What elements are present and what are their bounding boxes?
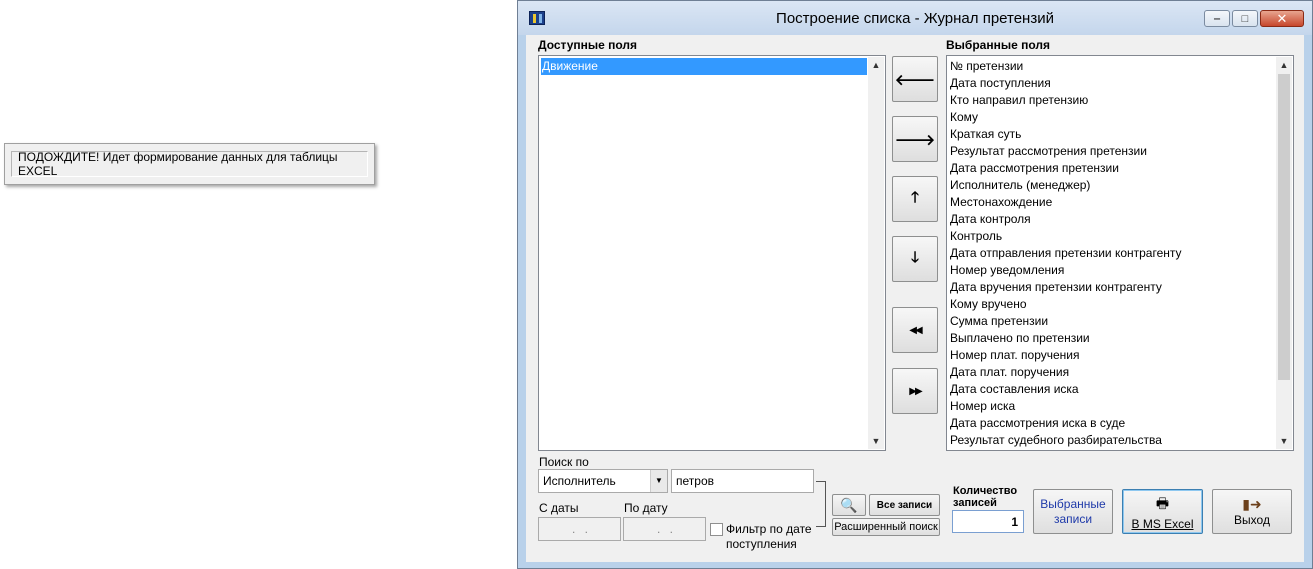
selected-field-item[interactable]: Номер плат. поручения <box>949 347 1275 364</box>
date-to-input[interactable]: . . <box>623 517 706 541</box>
scroll-down-icon[interactable]: ▼ <box>1276 433 1292 449</box>
selected-fields-list[interactable]: № претензии Дата поступления Кто направил … <box>946 55 1294 451</box>
printer-icon: 🖶 <box>1155 494 1170 511</box>
window-title: Построение списка - Журнал претензий <box>776 10 1054 27</box>
search-field-combo[interactable]: Исполнитель ▼ <box>538 469 668 493</box>
selected-field-item[interactable]: Исполнитель (менеджер) <box>949 177 1275 194</box>
title-bar[interactable]: Построение списка - Журнал претензий ‒ □… <box>518 1 1312 35</box>
wait-popup: ПОДОЖДИТЕ! Идет формирование данных для … <box>4 143 375 185</box>
search-input[interactable]: петров <box>671 469 814 493</box>
scroll-down-icon[interactable]: ▼ <box>868 433 884 449</box>
selected-field-item[interactable]: Дата поступления <box>949 75 1275 92</box>
door-exit-icon: ▮➜ <box>1242 496 1262 512</box>
selected-field-item[interactable]: Результат рассмотрения претензии <box>949 143 1275 160</box>
double-arrow-right-icon: ▶▶ <box>909 385 922 397</box>
selected-field-item[interactable]: Номер иска <box>949 398 1275 415</box>
selected-field-item[interactable]: № претензии <box>949 58 1275 75</box>
exit-button[interactable]: ▮➜ Выход <box>1212 489 1292 534</box>
minimize-icon: ‒ <box>1213 12 1221 25</box>
selected-field-item[interactable]: Дата контроля <box>949 211 1275 228</box>
available-scrollbar[interactable]: ▲ ▼ <box>868 57 884 449</box>
available-fields-list[interactable]: Движение ▲ ▼ <box>538 55 886 451</box>
date-from-label: С даты <box>539 501 579 515</box>
arrow-down-icon: 🡓 <box>911 248 919 266</box>
selected-field-item[interactable]: Контроль <box>949 228 1275 245</box>
selected-field-item[interactable]: Результат судебного разбирательства <box>949 432 1275 448</box>
search-by-label: Поиск по <box>539 455 589 469</box>
selected-field-item[interactable]: Дата отправления претензии контрагенту <box>949 245 1275 262</box>
double-arrow-left-icon: ◀◀ <box>909 324 922 336</box>
chevron-down-icon[interactable]: ▼ <box>650 470 667 492</box>
arrow-up-icon: 🡑 <box>911 188 919 206</box>
selected-field-item[interactable]: Кто направил претензию <box>949 92 1275 109</box>
record-count-label: Количество записей <box>953 485 1018 509</box>
move-all-left-button[interactable]: ◀◀ <box>892 307 938 353</box>
selected-fields-label: Выбранные поля <box>946 38 1050 52</box>
selected-field-item[interactable]: Дата вручения претензии контрагенту <box>949 279 1275 296</box>
move-down-button[interactable]: 🡓 <box>892 236 938 282</box>
selected-field-item[interactable]: Выплачено по претензии <box>949 330 1275 347</box>
scroll-up-icon[interactable]: ▲ <box>1276 57 1292 73</box>
selected-records-button[interactable]: Выбранные записи <box>1033 489 1113 534</box>
advanced-search-button[interactable]: Расширенный поиск <box>832 518 940 536</box>
selected-field-item[interactable]: Сумма претензии <box>949 313 1275 330</box>
export-excel-button[interactable]: 🖶 В MS Excel <box>1122 489 1203 534</box>
date-filter-checkbox[interactable] <box>710 523 723 536</box>
move-all-right-button[interactable]: ▶▶ <box>892 368 938 414</box>
all-records-button[interactable]: Все записи <box>869 494 940 516</box>
minimize-button[interactable]: ‒ <box>1204 10 1230 27</box>
move-left-button[interactable]: 🡐 <box>892 56 938 102</box>
exit-label: Выход <box>1234 513 1270 527</box>
selected-field-item[interactable]: Дата рассмотрения иска в суде <box>949 415 1275 432</box>
filter-connector <box>816 481 826 527</box>
maximize-icon: □ <box>1241 12 1249 25</box>
selected-field-item[interactable]: Краткая суть <box>949 126 1275 143</box>
available-field-item[interactable]: Движение <box>541 58 867 75</box>
wait-message: ПОДОЖДИТЕ! Идет формирование данных для … <box>11 150 368 178</box>
export-excel-label: В MS Excel <box>1131 516 1194 531</box>
selected-field-item[interactable]: Дата составления иска <box>949 381 1275 398</box>
binoculars-icon: 🔍 <box>840 496 858 513</box>
selected-field-item[interactable]: Дата плат. поручения <box>949 364 1275 381</box>
close-icon: ✕ <box>1276 10 1288 26</box>
selected-field-item[interactable]: Номер уведомления <box>949 262 1275 279</box>
available-fields-label: Доступные поля <box>538 38 638 52</box>
arrow-right-icon: 🡒 <box>894 131 936 149</box>
close-button[interactable]: ✕ <box>1260 10 1304 27</box>
search-field-value: Исполнитель <box>543 474 616 488</box>
scroll-up-icon[interactable]: ▲ <box>868 57 884 73</box>
move-right-button[interactable]: 🡒 <box>892 116 938 162</box>
report-builder-window: Построение списка - Журнал претензий ‒ □… <box>517 0 1313 569</box>
scroll-thumb[interactable] <box>1278 74 1290 380</box>
selected-field-item[interactable]: Кому <box>949 109 1275 126</box>
selected-field-item[interactable]: Кому вручено <box>949 296 1275 313</box>
date-from-input[interactable]: . . <box>538 517 621 541</box>
selected-field-item[interactable]: Местонахождение <box>949 194 1275 211</box>
selected-scrollbar[interactable]: ▲ ▼ <box>1276 57 1292 449</box>
record-count-value: 1 <box>952 510 1024 533</box>
dialog-client-area: Доступные поля Движение ▲ ▼ 🡐 🡒 🡑 🡓 ◀◀ ▶… <box>526 35 1304 562</box>
move-up-button[interactable]: 🡑 <box>892 176 938 222</box>
arrow-left-icon: 🡐 <box>894 71 936 89</box>
date-to-label: По дату <box>624 501 668 515</box>
date-filter-label: Фильтр по дате поступления <box>726 522 812 551</box>
search-button[interactable]: 🔍 <box>832 494 866 516</box>
selected-field-item[interactable]: Дата рассмотрения претензии <box>949 160 1275 177</box>
maximize-button[interactable]: □ <box>1232 10 1258 27</box>
